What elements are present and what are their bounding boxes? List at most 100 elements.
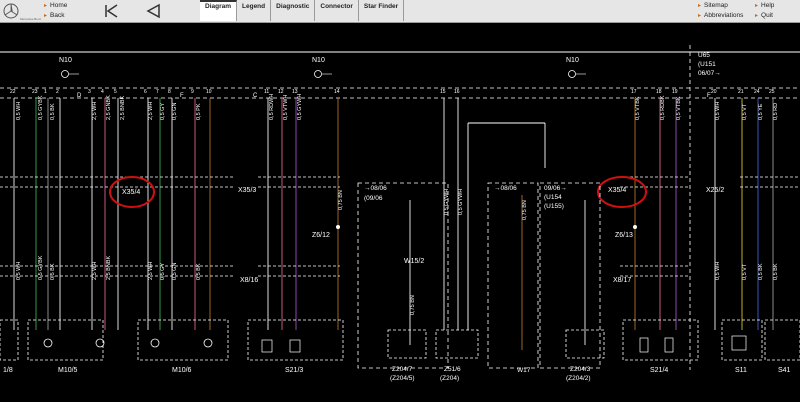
mercedes-logo: Mercedes-Benz	[3, 3, 42, 21]
bus-letter: C	[253, 93, 258, 99]
bus-letter: F	[180, 93, 184, 99]
bus-label-n10: N10	[59, 57, 72, 64]
pin-number: 21	[738, 89, 744, 95]
note-box	[487, 182, 539, 369]
wire-color-label: 0,75 BN	[410, 295, 416, 315]
wire-color-label: 0,5 GYWH	[458, 189, 464, 215]
wire-color-label: 2,5 WH	[148, 262, 154, 280]
wire-color-label: 0,5 VTBK	[635, 96, 641, 120]
pin-number: 5	[114, 89, 117, 95]
nav-links: ▸ Home ▸ Back	[44, 1, 67, 21]
pin-number: 2	[56, 89, 59, 95]
back-link[interactable]: ▸ Back	[44, 11, 67, 21]
wire-color-label: 0,5 WH	[715, 102, 721, 120]
tab-diagnostic[interactable]: Diagnostic	[271, 0, 316, 21]
wire-color-label: 0,5 GYWH	[444, 189, 450, 215]
note-box	[357, 182, 449, 369]
note-box-sub: (U155)	[544, 203, 564, 210]
home-link[interactable]: ▸ Home	[44, 1, 67, 11]
pin-number: 24	[754, 89, 760, 95]
wire-color-label: 0,5 RDBK	[660, 95, 666, 120]
component-box-z51-6	[435, 329, 479, 359]
right-links-2: ▸ Help ▸ Quit	[755, 1, 774, 21]
pin-number: 19	[672, 89, 678, 95]
wire-color-label: 0,5 GN	[172, 103, 178, 120]
component-label: (Z204/5)	[390, 375, 415, 382]
component-label: Z204/7	[392, 366, 413, 373]
pin-number: 4	[101, 89, 104, 95]
connector-label-x35-4: X35/4	[122, 189, 140, 196]
pin-number: 16	[454, 89, 460, 95]
wire-color-label: 0,5 WH	[715, 262, 721, 280]
component-label: W17	[517, 367, 531, 374]
top-right-label: U65	[698, 52, 710, 59]
pin-number: 7	[156, 89, 159, 95]
quit-link[interactable]: ▸ Quit	[755, 11, 774, 21]
wire-color-label: 0,5 VTBK	[676, 96, 682, 120]
component-label: Z51/6	[444, 366, 461, 373]
note-box-sub: (U154	[544, 194, 562, 201]
splice-dot	[336, 225, 340, 229]
wire-color-label: 2,5 GNBK	[106, 95, 112, 120]
switch-icon	[664, 337, 674, 353]
motor-icon	[203, 338, 213, 348]
ground-symbol-icon	[61, 70, 69, 78]
note-box-sub: (09/06	[364, 195, 383, 202]
pin-number: 1	[44, 89, 47, 95]
sitemap-link[interactable]: ▸ Sitemap	[698, 1, 743, 11]
splice-label-w15-2: W15/2	[404, 258, 424, 265]
connector-label-x25-2: X25/2	[706, 187, 724, 194]
component-box-s21-4	[622, 319, 699, 361]
top-right-label: 06/07→	[698, 70, 721, 77]
pin-number: 12	[278, 89, 284, 95]
wire-color-label: 0,5 RD	[773, 103, 779, 120]
pin-number: 20	[711, 89, 717, 95]
note-box-label: 09/06→	[544, 185, 567, 192]
component-label: S21/3	[285, 367, 303, 374]
pin-number: 18	[656, 89, 662, 95]
component-label: 1/8	[3, 367, 13, 374]
pin-number: 8	[168, 89, 171, 95]
wiring-diagram: N10 N10 N10U65(U15106/07→D F C F22 23 1 2 3 4 5 6 7 8 9…	[0, 45, 800, 382]
component-label: (Z204/2)	[566, 375, 591, 382]
wire-color-label: 0,5 VTWH	[283, 95, 289, 120]
bus-label-n10: N10	[566, 57, 579, 64]
component-box-m10-6	[137, 319, 229, 361]
motor-icon	[150, 338, 160, 348]
tab-connector[interactable]: Connector	[315, 0, 359, 21]
toolbar: Mercedes-Benz ▸ Home ▸ Back Diagram Legend…	[0, 0, 800, 23]
note-box-label: →08/06	[364, 185, 387, 192]
pin-number: 17	[631, 89, 637, 95]
note-box	[539, 182, 601, 369]
wire-color-label: 0,5 GY	[160, 263, 166, 280]
tab-star-finder[interactable]: Star Finder	[359, 0, 405, 21]
connector-label-x35-4-right: X35/4	[608, 187, 626, 194]
wire-color-label: 0,75 BN	[338, 190, 344, 210]
connector-label-x8-17: X8/17	[613, 277, 631, 284]
component-label: S11	[735, 367, 747, 374]
wire-color-label: 0,5 WH	[16, 102, 22, 120]
splice-label-z6-12: Z6/12	[312, 232, 330, 239]
wire-color-label: 2,5 WH	[92, 102, 98, 120]
wire-color-label: 0,5 VT	[742, 263, 748, 280]
component-label: S21/4	[650, 367, 668, 374]
motor-icon	[43, 338, 53, 348]
help-link[interactable]: ▸ Help	[755, 1, 774, 11]
switch-icon	[731, 335, 747, 351]
connector-label-x8-16: X8/16	[240, 277, 258, 284]
tab-diagram[interactable]: Diagram	[200, 0, 238, 21]
tab-legend[interactable]: Legend	[237, 0, 272, 21]
switch-icon	[639, 337, 649, 353]
switch-icon	[261, 339, 273, 353]
bus-letter: D	[77, 93, 82, 99]
wire-color-label: 0,5 GYBK	[38, 95, 44, 120]
abbreviations-link[interactable]: ▸ Abbreviations	[698, 11, 743, 21]
bus-label-n10: N10	[312, 57, 325, 64]
wire-color-label: 0,5 BK	[773, 263, 779, 280]
wire-color-label: 0,5 PK	[196, 103, 202, 120]
pin-number: 9	[191, 89, 194, 95]
splice-label-z6-13: Z6/13	[615, 232, 633, 239]
previous-page-icon[interactable]	[143, 2, 165, 20]
component-label: S41	[778, 367, 791, 374]
first-page-icon[interactable]	[100, 2, 122, 20]
